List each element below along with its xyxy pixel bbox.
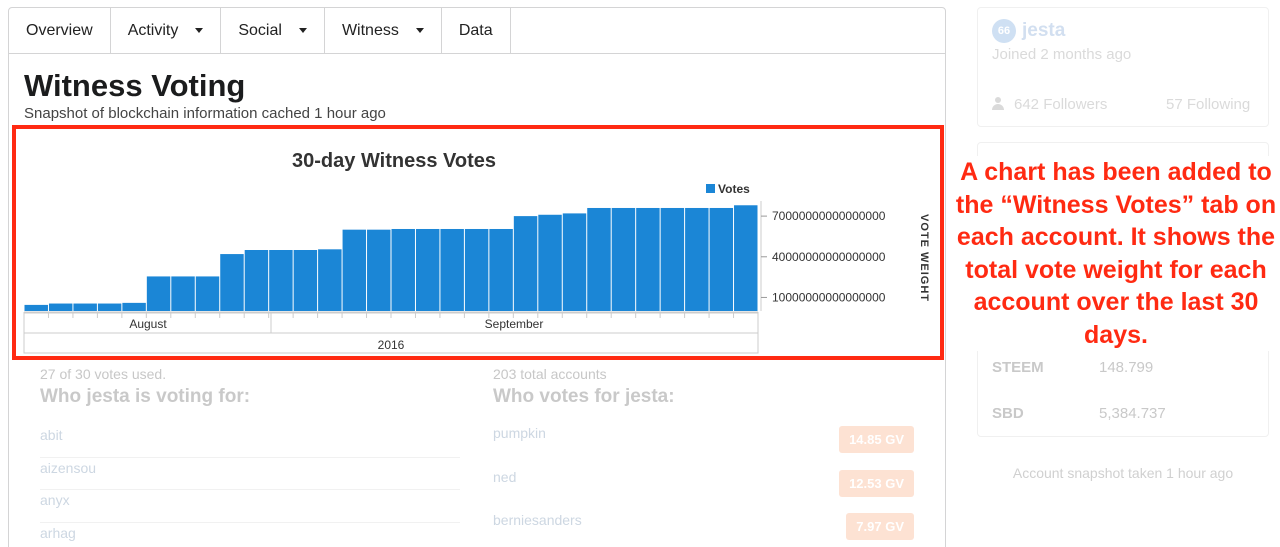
bar-2016-09-04 (685, 207, 709, 311)
bar-2016-09-01 (611, 207, 636, 311)
voters-heading: Who votes for jesta: (493, 386, 675, 407)
tab-social-label: Social (238, 21, 282, 39)
voters-list: pumpkin 14.85 GV ned 12.53 GV berniesander… (493, 425, 918, 547)
month-label-september: September (485, 317, 544, 331)
bar-2016-08-21 (342, 229, 367, 311)
y-tick-label: 10000000000000000 (772, 290, 886, 304)
bar-2016-08-28 (513, 216, 538, 311)
voters-total-count: 203 total accounts (493, 366, 607, 382)
bar-2016-08-09 (48, 303, 73, 311)
page-title: Witness Voting (24, 68, 246, 103)
witness-votes-chart: 30-day Witness Votes Votes 1000000000000… (12, 125, 944, 360)
bar-2016-08-15 (195, 276, 220, 311)
bar-2016-08-24 (415, 228, 440, 311)
gv-badge: 12.53 GV (839, 469, 914, 497)
bar-2016-08-08 (24, 304, 48, 311)
bar-2016-08-13 (146, 276, 171, 311)
votes-used-count: 27 of 30 votes used. (40, 366, 167, 382)
bar-2016-09-05 (709, 207, 734, 311)
voting-for-heading: Who jesta is voting for: (40, 386, 251, 407)
chevron-down-icon (195, 28, 204, 33)
witness-link[interactable]: aizensou (40, 460, 96, 476)
followers-link[interactable]: 642 Followers (992, 96, 1107, 113)
witness-link[interactable]: anyx (40, 492, 70, 508)
bar-2016-08-25 (440, 228, 464, 311)
bar-2016-09-03 (660, 207, 685, 311)
bar-2016-08-17 (244, 250, 269, 311)
chevron-down-icon (415, 28, 424, 33)
bar-2016-08-18 (269, 250, 293, 311)
balance-value: 5,384.737 (1099, 405, 1166, 422)
balance-label: STEEM (992, 359, 1044, 376)
y-tick-label: 70000000000000000 (772, 209, 886, 223)
profile-card: 66 jesta Joined 2 months ago 642 Followe… (977, 7, 1269, 127)
list-item[interactable]: abit (40, 425, 460, 458)
bar-2016-08-16 (220, 254, 244, 311)
account-snapshot-note: Account snapshot taken 1 hour ago (1012, 465, 1234, 481)
voter-link[interactable]: ned (493, 469, 516, 485)
annotation-text: A chart has been added to the “Witness V… (955, 156, 1277, 351)
following-link[interactable]: 57 Following (1166, 96, 1250, 113)
tab-activity[interactable]: Activity (111, 8, 222, 53)
bar-2016-08-14 (171, 276, 195, 311)
chart-svg: 30-day Witness Votes Votes 1000000000000… (23, 150, 930, 354)
balance-value: 148.799 (1099, 359, 1154, 376)
voter-link[interactable]: pumpkin (493, 425, 546, 441)
year-label: 2016 (378, 338, 405, 352)
bar-2016-08-20 (318, 249, 342, 311)
tab-overview[interactable]: Overview (9, 8, 111, 53)
voter-link[interactable]: berniesanders (493, 512, 582, 528)
list-item[interactable]: aizensou (40, 458, 460, 490)
tab-data[interactable]: Data (442, 8, 511, 53)
bar-2016-09-06 (734, 205, 758, 311)
reputation-badge: 66 (992, 19, 1016, 43)
month-label-august: August (129, 317, 167, 331)
witness-link[interactable]: arhag (40, 525, 76, 541)
y-tick-label: 40000000000000000 (772, 250, 886, 264)
list-item[interactable]: pumpkin 14.85 GV (493, 425, 918, 469)
tab-witness-label: Witness (341, 21, 399, 39)
bar-2016-08-23 (391, 228, 415, 311)
bar-2016-08-11 (97, 303, 122, 311)
balance-label: SBD (992, 405, 1024, 422)
tab-overview-label: Overview (26, 21, 93, 39)
bar-2016-08-30 (562, 213, 587, 311)
list-item[interactable]: berniesanders 7.97 GV (493, 512, 918, 547)
tab-bar: Overview Activity Social Witness Data (9, 8, 945, 54)
bar-2016-08-29 (538, 214, 562, 311)
list-item[interactable]: arhag (40, 523, 460, 547)
voting-for-list: abit aizensou anyx arhag (40, 425, 460, 547)
page-subtitle: Snapshot of blockchain information cache… (24, 105, 386, 122)
profile-username[interactable]: jesta (1022, 20, 1065, 42)
bar-2016-08-19 (293, 250, 318, 311)
witness-link[interactable]: abit (40, 427, 63, 443)
tab-activity-label: Activity (127, 21, 179, 39)
list-item[interactable]: anyx (40, 490, 460, 523)
bar-2016-08-22 (367, 229, 391, 311)
bar-2016-09-02 (636, 207, 660, 311)
tab-data-label: Data (458, 21, 493, 39)
legend-swatch (706, 184, 715, 193)
user-icon (992, 97, 1004, 110)
list-item[interactable]: ned 12.53 GV (493, 469, 918, 513)
tab-social[interactable]: Social (221, 8, 325, 53)
profile-joined: Joined 2 months ago (992, 46, 1132, 63)
followers-count: 642 Followers (1014, 96, 1108, 113)
gv-badge: 7.97 GV (846, 513, 914, 540)
bar-2016-08-26 (464, 228, 489, 311)
chart-title: 30-day Witness Votes (292, 150, 496, 172)
bar-2016-08-10 (73, 303, 97, 311)
y-axis-label: VOTE WEIGHT (918, 214, 930, 302)
bar-2016-08-27 (489, 228, 513, 311)
chevron-down-icon (298, 28, 307, 33)
legend-label: Votes (718, 182, 750, 196)
tab-witness[interactable]: Witness (325, 8, 442, 53)
bar-2016-08-12 (122, 302, 146, 311)
gv-badge: 14.85 GV (839, 426, 914, 453)
bar-2016-08-31 (587, 207, 611, 311)
